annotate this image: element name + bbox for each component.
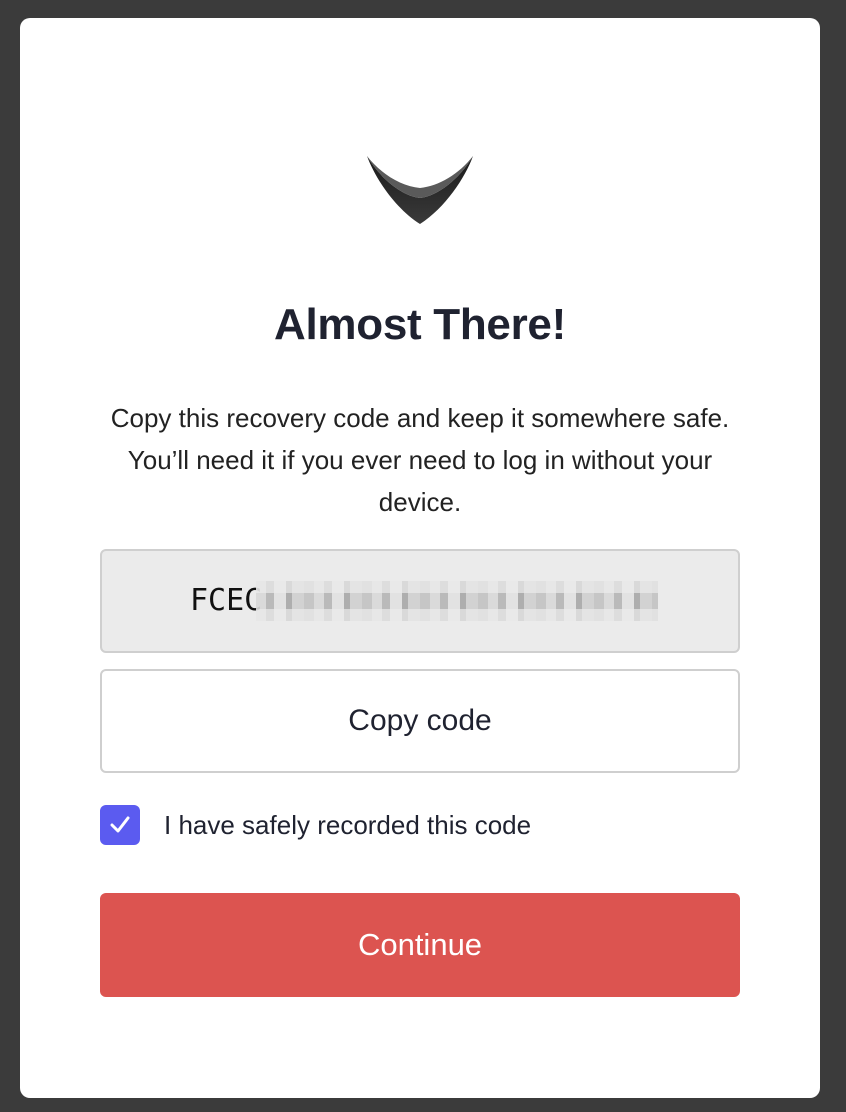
recorded-code-checkbox-label[interactable]: I have safely recorded this code	[164, 808, 531, 842]
continue-button[interactable]: Continue	[100, 893, 740, 997]
recovery-code-text: FCEC	[190, 583, 263, 618]
dialog-title: Almost There!	[274, 300, 566, 349]
checkmark-icon	[110, 816, 130, 833]
recovery-code-dialog: Almost There! Copy this recovery code an…	[20, 18, 820, 1098]
brand-logo-icon	[367, 156, 473, 224]
redacted-code-region	[256, 581, 658, 621]
recovery-code-box[interactable]: FCEC	[100, 549, 740, 653]
copy-code-button[interactable]: Copy code	[100, 669, 740, 773]
dialog-description: Copy this recovery code and keep it some…	[110, 403, 730, 517]
recorded-code-checkbox[interactable]	[100, 805, 140, 845]
